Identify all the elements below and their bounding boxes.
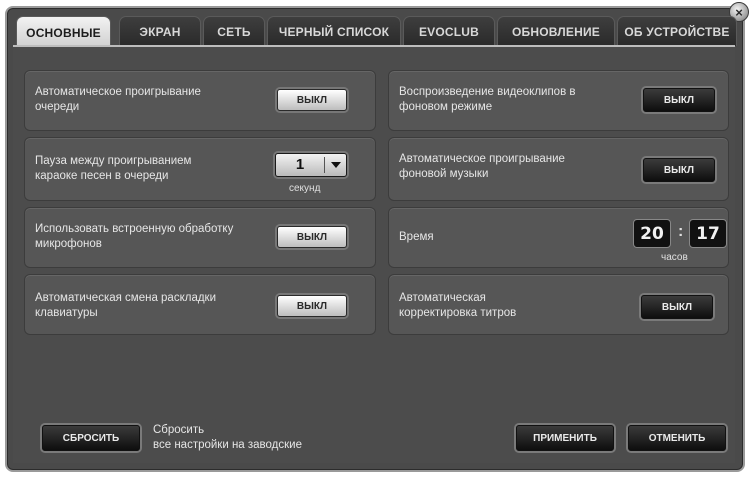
setting-label: Воспроизведение видеоклипов в фоновом ре… <box>399 86 576 113</box>
tab-label: ЧЕРНЫЙ СПИСОК <box>278 24 390 39</box>
tab-bar: ОСНОВНЫЕ ЭКРАН СЕТЬ ЧЕРНЫЙ СПИСОК EVOCLU… <box>16 16 738 48</box>
setting-label: Автоматическое проигрывание очереди <box>35 86 201 113</box>
time-minutes-field[interactable]: 17 <box>689 219 727 248</box>
reset-button[interactable]: СБРОСИТЬ <box>42 425 140 451</box>
mic-processing-toggle[interactable]: ВЫКЛ <box>277 226 347 248</box>
setting-label: Время <box>399 231 434 243</box>
tab-label: EVOCLUB <box>418 24 480 39</box>
tab-basic[interactable]: ОСНОВНЫЕ <box>16 16 111 48</box>
dropdown-value: 1 <box>295 156 305 173</box>
chevron-down-icon <box>331 162 341 168</box>
tab-label: ОБ УСТРОЙСТВЕ <box>624 24 730 39</box>
apply-button[interactable]: ПРИМЕНИТЬ <box>516 425 614 451</box>
setting-queue-autoplay: Автоматическое проигрывание очереди ВЫКЛ <box>24 70 376 131</box>
bg-video-toggle[interactable]: ВЫКЛ <box>643 88 715 112</box>
tab-network[interactable]: СЕТЬ <box>203 16 265 46</box>
reset-description: Сбросить все настройки на заводские <box>153 423 302 453</box>
tab-blacklist[interactable]: ЧЕРНЫЙ СПИСОК <box>267 16 401 46</box>
queue-autoplay-toggle[interactable]: ВЫКЛ <box>277 89 347 111</box>
tab-evoclub[interactable]: EVOCLUB <box>403 16 495 46</box>
setting-label: Автоматическое проигрывание фоновой музы… <box>399 153 565 180</box>
setting-label: Использовать встроенную обработку микроф… <box>35 223 234 250</box>
setting-time: Время 20 : 17 часов <box>388 207 729 268</box>
reset-text-line1: Сбросить <box>153 424 205 436</box>
bg-music-toggle[interactable]: ВЫКЛ <box>643 158 715 182</box>
setting-label: Автоматическая корректировка титров <box>399 292 517 319</box>
dropdown-divider <box>324 157 325 173</box>
layout-switch-toggle[interactable]: ВЫКЛ <box>277 295 347 317</box>
pause-seconds-dropdown[interactable]: 1 <box>275 153 347 177</box>
setting-mic-processing: Использовать встроенную обработку микроф… <box>24 207 376 268</box>
setting-layout-switch: Автоматическая смена раскладки клавиатур… <box>24 274 376 335</box>
tab-label: ЭКРАН <box>139 24 181 39</box>
tab-update[interactable]: ОБНОВЛЕНИЕ <box>497 16 615 46</box>
setting-label: Пауза между проигрыванием караоке песен … <box>35 155 192 182</box>
cancel-button[interactable]: ОТМЕНИТЬ <box>628 425 726 451</box>
pause-unit-label: секунд <box>289 183 321 194</box>
setting-label: Автоматическая смена раскладки клавиатур… <box>35 292 217 319</box>
reset-text-line2: все настройки на заводские <box>153 439 302 451</box>
setting-bg-music: Автоматическое проигрывание фоновой музы… <box>388 137 729 201</box>
tab-label: ОСНОВНЫЕ <box>26 25 101 40</box>
time-separator: : <box>678 223 684 240</box>
setting-karaoke-pause: Пауза между проигрыванием караоке песен … <box>24 137 376 201</box>
tab-label: СЕТЬ <box>217 24 251 39</box>
tab-about-device[interactable]: ОБ УСТРОЙСТВЕ <box>617 16 737 46</box>
setting-bg-video: Воспроизведение видеоклипов в фоновом ре… <box>388 70 729 131</box>
time-unit-label: часов <box>661 252 688 263</box>
tab-label: ОБНОВЛЕНИЕ <box>511 24 601 39</box>
setting-subtitle-correction: Автоматическая корректировка титров ВЫКЛ <box>388 274 729 335</box>
time-hours-field[interactable]: 20 <box>633 219 671 248</box>
tab-screen[interactable]: ЭКРАН <box>119 16 201 46</box>
subtitle-correction-toggle[interactable]: ВЫКЛ <box>641 295 713 319</box>
